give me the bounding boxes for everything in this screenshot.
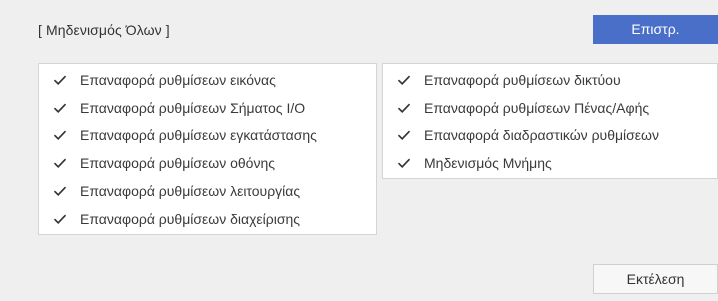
checkmark-icon bbox=[53, 156, 67, 170]
option-reset-network[interactable]: Επαναφορά ρυθμίσεων δικτύου bbox=[383, 68, 717, 92]
option-reset-signal-io[interactable]: Επαναφορά ρυθμίσεων Σήματος I/O bbox=[39, 96, 376, 120]
checkmark-icon bbox=[53, 184, 67, 198]
option-label: Επαναφορά ρυθμίσεων δικτύου bbox=[424, 72, 621, 88]
option-label: Επαναφορά διαδραστικών ρυθμίσεων bbox=[424, 127, 659, 143]
option-reset-interactive[interactable]: Επαναφορά διαδραστικών ρυθμίσεων bbox=[383, 123, 717, 147]
option-label: Επαναφορά ρυθμίσεων οθόνης bbox=[80, 155, 275, 171]
option-reset-memory[interactable]: Μηδενισμός Μνήμης bbox=[383, 151, 717, 175]
option-label: Επαναφορά ρυθμίσεων εικόνας bbox=[80, 72, 276, 88]
checkmark-icon bbox=[53, 128, 67, 142]
checkmark-icon bbox=[53, 101, 67, 115]
option-reset-pen-touch[interactable]: Επαναφορά ρυθμίσεων Πένας/Αφής bbox=[383, 96, 717, 120]
option-reset-management[interactable]: Επαναφορά ρυθμίσεων διαχείρισης bbox=[39, 207, 376, 231]
execute-button[interactable]: Εκτέλεση bbox=[593, 264, 718, 294]
option-reset-display[interactable]: Επαναφορά ρυθμίσεων οθόνης bbox=[39, 151, 376, 175]
option-reset-image[interactable]: Επαναφορά ρυθμίσεων εικόνας bbox=[39, 68, 376, 92]
option-label: Επαναφορά ρυθμίσεων διαχείρισης bbox=[80, 211, 301, 227]
option-label: Επαναφορά ρυθμίσεων εγκατάστασης bbox=[80, 127, 317, 143]
option-label: Επαναφορά ρυθμίσεων Σήματος I/O bbox=[80, 100, 306, 116]
option-reset-operation[interactable]: Επαναφορά ρυθμίσεων λειτουργίας bbox=[39, 179, 376, 203]
option-label: Επαναφορά ρυθμίσεων Πένας/Αφής bbox=[424, 100, 650, 116]
reset-options-left: Επαναφορά ρυθμίσεων εικόνας Επαναφορά ρυ… bbox=[38, 63, 377, 235]
checkmark-icon bbox=[397, 128, 411, 142]
option-label: Επαναφορά ρυθμίσεων λειτουργίας bbox=[80, 183, 301, 199]
option-label: Μηδενισμός Μνήμης bbox=[424, 155, 552, 171]
checkmark-icon bbox=[397, 73, 411, 87]
checkmark-icon bbox=[397, 101, 411, 115]
checkmark-icon bbox=[53, 73, 67, 87]
reset-all-dialog: [ Μηδενισμός Όλων ] Επιστρ. Επαναφορά ρυ… bbox=[0, 0, 718, 301]
page-title: [ Μηδενισμός Όλων ] bbox=[38, 22, 170, 38]
checkmark-icon bbox=[397, 156, 411, 170]
back-button[interactable]: Επιστρ. bbox=[593, 15, 718, 44]
option-reset-installation[interactable]: Επαναφορά ρυθμίσεων εγκατάστασης bbox=[39, 123, 376, 147]
checkmark-icon bbox=[53, 212, 67, 226]
reset-options-right: Επαναφορά ρυθμίσεων δικτύου Επαναφορά ρυ… bbox=[382, 63, 718, 179]
